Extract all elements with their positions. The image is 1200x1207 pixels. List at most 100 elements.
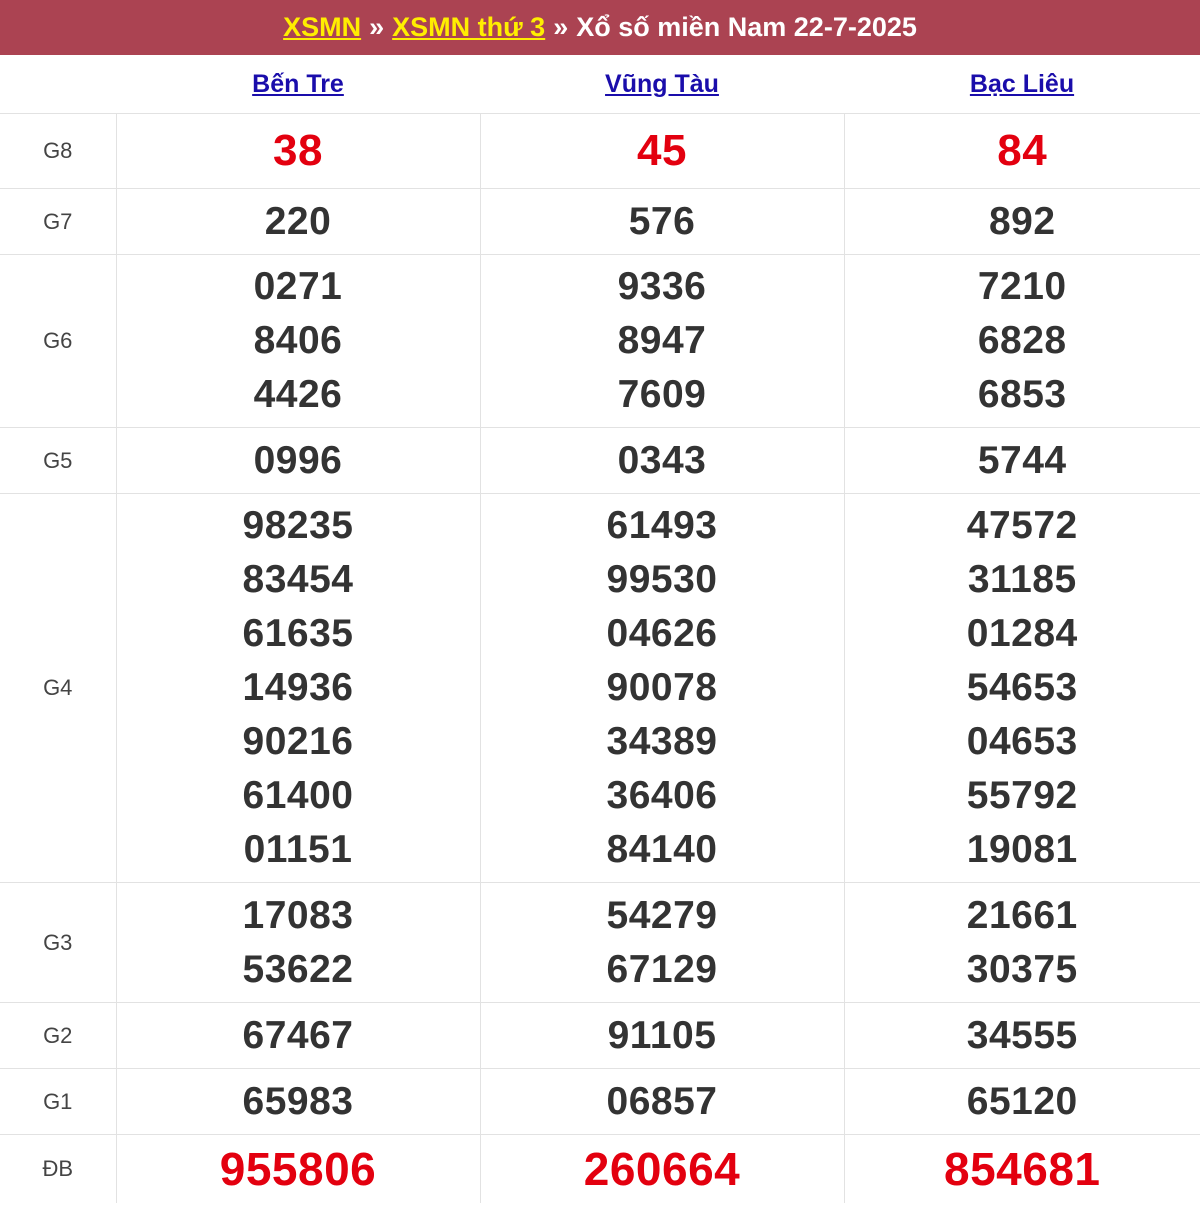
prize-row-g8: G8 38 45 84 <box>0 113 1200 189</box>
prize-cell: 06857 <box>479 1068 845 1135</box>
breadcrumb-separator: » <box>553 12 569 42</box>
special-prize-number: 955806 <box>219 1143 377 1195</box>
prize-row-g6: G6 0271 8406 4426 9336 8947 7609 7210 6828 6853 <box>0 254 1200 428</box>
prize-cell: 98235 83454 61635 14936 90216 61400 01151 <box>115 493 481 883</box>
province-link-ben-tre[interactable]: Bến Tre <box>252 70 344 98</box>
prize-cell: 955806 <box>115 1134 481 1203</box>
prize-number: 67467 <box>242 1013 354 1057</box>
title-bar: XSMN » XSMN thứ 3 » Xổ số miền Nam 22-7-… <box>0 0 1200 55</box>
prize-number: 91105 <box>607 1013 717 1057</box>
prize-number: 8947 <box>617 319 707 362</box>
prize-number: 8406 <box>253 319 343 362</box>
prize-number: 47572 <box>966 504 1078 547</box>
prize-cell: 67467 <box>115 1002 481 1069</box>
prize-number: 17083 <box>242 893 354 937</box>
prize-number: 36406 <box>606 774 718 817</box>
prize-row-g1: G1 65983 06857 65120 <box>0 1068 1200 1135</box>
province-link-bac-lieu[interactable]: Bạc Liêu <box>970 70 1074 98</box>
prize-number: 65120 <box>966 1079 1078 1123</box>
prize-cell: 0996 <box>115 427 481 494</box>
prize-number: 5744 <box>977 438 1067 482</box>
province-link-vung-tau[interactable]: Vũng Tàu <box>605 70 719 98</box>
prize-number: 98235 <box>242 504 354 547</box>
prize-row-g2: G2 67467 91105 34555 <box>0 1002 1200 1069</box>
prize-row-g7: G7 220 576 892 <box>0 188 1200 255</box>
province-header: Bến Tre <box>116 55 480 114</box>
prize-number: 31185 <box>967 558 1077 601</box>
breadcrumb-separator: » <box>369 12 385 42</box>
prize-label: G7 <box>0 188 117 255</box>
province-header: Vũng Tàu <box>480 55 844 114</box>
prize-number: 34555 <box>966 1013 1078 1057</box>
prize-number: 220 <box>264 199 332 243</box>
prize-label: G3 <box>0 882 117 1003</box>
prize-label: ĐB <box>0 1134 117 1203</box>
prize-number: 7609 <box>617 373 707 416</box>
prize-row-db: ĐB 955806 260664 854681 <box>0 1134 1200 1203</box>
prize-number: 04626 <box>606 612 718 655</box>
prize-label: G5 <box>0 427 117 494</box>
prize-number: 65983 <box>242 1079 354 1123</box>
prize-number: 54653 <box>966 666 1078 709</box>
prize-number: 61400 <box>242 774 354 817</box>
prize-cell: 9336 8947 7609 <box>479 254 845 428</box>
prize-cell: 54279 67129 <box>479 882 845 1003</box>
prize-cell: 220 <box>115 188 481 255</box>
prize-number: 61493 <box>606 504 718 547</box>
prize-number: 14936 <box>242 666 354 709</box>
prize-number: 61635 <box>242 612 354 655</box>
special-prize-number: 854681 <box>944 1143 1101 1195</box>
prize-row-g5: G5 0996 0343 5744 <box>0 427 1200 494</box>
prize-number: 0271 <box>253 265 343 308</box>
prize-number: 90078 <box>606 666 718 709</box>
xsmn-link[interactable]: XSMN <box>283 12 361 43</box>
prize-number: 55792 <box>966 774 1078 817</box>
prize-number: 83454 <box>242 558 354 601</box>
xsmn-thu3-link[interactable]: XSMN thứ 3 <box>392 12 545 43</box>
prize-number: 06857 <box>606 1079 718 1123</box>
prize-cell: 576 <box>479 188 845 255</box>
prize-number: 6853 <box>977 373 1067 416</box>
prize-number: 01151 <box>243 828 353 871</box>
prize-number: 7210 <box>977 265 1067 308</box>
prize-cell: 38 <box>115 113 481 189</box>
prize-number: 21661 <box>966 893 1078 937</box>
prize-number: 84 <box>997 126 1048 175</box>
prize-number: 38 <box>273 126 323 175</box>
prize-cell: 854681 <box>843 1134 1200 1203</box>
prize-number: 45 <box>637 126 687 175</box>
prize-number: 0996 <box>253 438 343 482</box>
prize-cell: 892 <box>843 188 1200 255</box>
prize-cell: 21661 30375 <box>843 882 1200 1003</box>
prize-cell: 65983 <box>115 1068 481 1135</box>
prize-cell: 45 <box>479 113 845 189</box>
prize-number: 0343 <box>617 438 707 482</box>
prize-label: G6 <box>0 254 117 428</box>
prize-cell: 65120 <box>843 1068 1200 1135</box>
results-body: G8 38 45 84 G7 220 576 892 G6 0271 8406 4426 9336 894… <box>0 113 1200 1203</box>
prize-cell: 47572 31185 01284 54653 04653 55792 19081 <box>843 493 1200 883</box>
province-header: Bạc Liêu <box>844 55 1200 114</box>
prize-cell: 34555 <box>843 1002 1200 1069</box>
prize-cell: 17083 53622 <box>115 882 481 1003</box>
prize-cell: 0343 <box>479 427 845 494</box>
prize-label: G1 <box>0 1068 117 1135</box>
results-page: XSMN » XSMN thứ 3 » Xổ số miền Nam 22-7-… <box>0 0 1200 1207</box>
prize-number: 01284 <box>966 612 1078 655</box>
prize-number: 84140 <box>606 828 718 871</box>
prize-number: 892 <box>988 199 1056 243</box>
prize-number: 34389 <box>606 720 718 763</box>
prize-cell: 61493 99530 04626 90078 34389 36406 84140 <box>479 493 845 883</box>
prize-number: 53622 <box>242 947 354 991</box>
prize-row-g3: G3 17083 53622 54279 67129 21661 30375 <box>0 882 1200 1003</box>
prize-row-g4: G4 98235 83454 61635 14936 90216 61400 01151 614… <box>0 493 1200 883</box>
results-table: Bến Tre Vũng Tàu Bạc Liêu G8 38 45 84 G7 220 5… <box>0 55 1200 1203</box>
province-header-row: Bến Tre Vũng Tàu Bạc Liêu <box>0 55 1200 114</box>
prize-number: 4426 <box>253 373 343 416</box>
prize-cell: 260664 <box>479 1134 845 1203</box>
prize-number: 67129 <box>606 947 718 991</box>
prize-number: 90216 <box>242 720 354 763</box>
prize-cell: 7210 6828 6853 <box>843 254 1200 428</box>
prize-number: 19081 <box>966 828 1078 871</box>
prize-number: 6828 <box>977 319 1067 362</box>
